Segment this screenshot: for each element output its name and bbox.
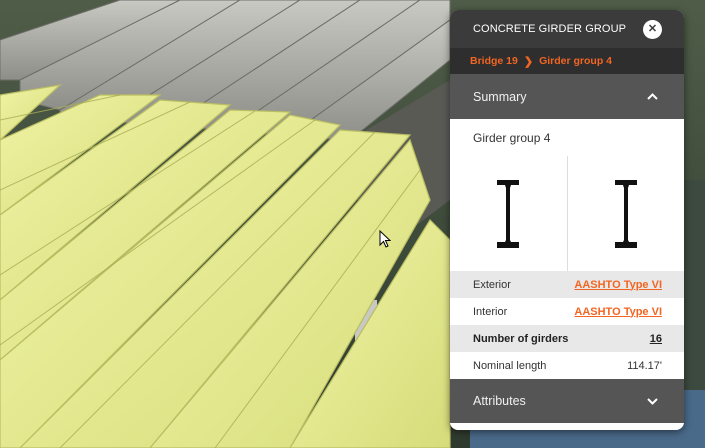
panel-header: CONCRETE GIRDER GROUP ✕ xyxy=(450,10,684,48)
property-row-nominal-length: Nominal length 114.17' xyxy=(450,352,684,379)
chevron-up-icon xyxy=(647,93,658,100)
property-label: Nominal length xyxy=(473,359,547,372)
chevron-right-icon: ❯ xyxy=(523,55,534,68)
nominal-length-value: 114.17' xyxy=(627,359,662,372)
exterior-type-link[interactable]: AASHTO Type VI xyxy=(574,279,662,291)
property-row-interior: Interior AASHTO Type VI xyxy=(450,298,684,325)
breadcrumb-item-bridge[interactable]: Bridge 19 xyxy=(470,55,518,67)
panel-title: CONCRETE GIRDER GROUP xyxy=(473,23,627,35)
close-icon: ✕ xyxy=(647,23,658,35)
summary-heading: Summary xyxy=(473,89,527,104)
exterior-profile xyxy=(450,156,567,271)
attributes-heading: Attributes xyxy=(473,394,526,408)
interior-profile xyxy=(566,156,685,271)
property-row-exterior: Exterior AASHTO Type VI xyxy=(450,271,684,298)
breadcrumb-item-girder-group: Girder group 4 xyxy=(539,55,613,67)
girder-profiles xyxy=(450,156,684,271)
summary-body: Girder group 4 Exterior AASHTO Type VI I… xyxy=(450,119,684,379)
group-name: Girder group 4 xyxy=(473,131,551,145)
chevron-down-icon xyxy=(647,397,658,405)
breadcrumb: Bridge 19 ❯ Girder group 4 xyxy=(450,48,684,74)
property-label: Interior xyxy=(473,305,508,318)
attributes-section-header[interactable]: Attributes xyxy=(450,379,684,423)
property-row-number-of-girders: Number of girders 16 xyxy=(450,325,684,352)
property-label: Exterior xyxy=(473,278,511,291)
mouse-cursor-icon xyxy=(379,230,391,248)
i-beam-icon xyxy=(614,179,637,248)
interior-type-link[interactable]: AASHTO Type VI xyxy=(574,306,662,318)
girder-group-panel: CONCRETE GIRDER GROUP ✕ Bridge 19 ❯ Gird… xyxy=(450,10,684,430)
property-label: Number of girders xyxy=(473,332,569,345)
i-beam-icon xyxy=(497,179,520,248)
close-button[interactable]: ✕ xyxy=(643,20,662,39)
summary-section-header[interactable]: Summary xyxy=(450,74,684,119)
number-of-girders-link[interactable]: 16 xyxy=(650,333,662,345)
